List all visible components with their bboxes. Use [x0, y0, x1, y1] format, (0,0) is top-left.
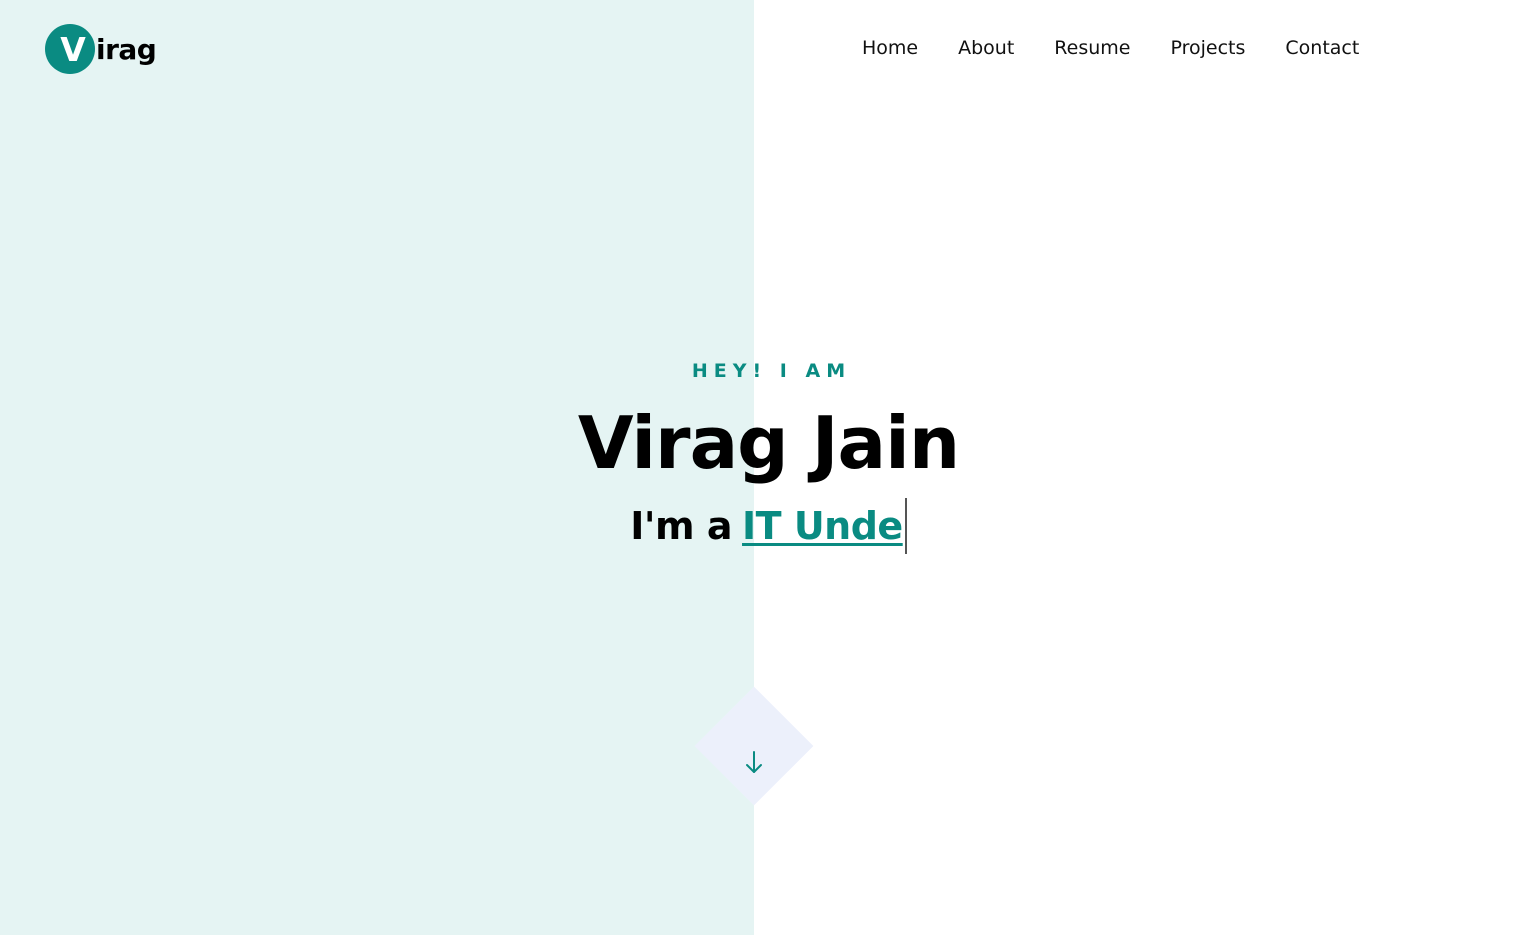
hero-name: Virag Jain — [577, 401, 960, 485]
typing-cursor — [904, 498, 907, 554]
nav-item-projects[interactable]: Projects — [1170, 34, 1245, 62]
page: V irag Home About Resume Projects Contac… — [0, 0, 1537, 935]
logo-text: irag — [96, 32, 157, 66]
nav-item-home[interactable]: Home — [862, 34, 918, 62]
typed-prefix: I'm a — [630, 504, 733, 548]
logo-link[interactable]: V irag — [45, 24, 157, 74]
nav-item-resume[interactable]: Resume — [1054, 34, 1130, 62]
nav-item-about[interactable]: About — [958, 34, 1014, 62]
main-nav: Home About Resume Projects Contact — [862, 34, 1359, 62]
hero-eyebrow: HEY! I AM — [691, 360, 852, 382]
nav-item-contact[interactable]: Contact — [1285, 34, 1359, 62]
typed-line: I'm a IT Unde — [630, 498, 907, 554]
logo-circle: V — [45, 24, 95, 74]
hero-section: HEY! I AM Virag Jain I'm a IT Unde — [0, 358, 1537, 554]
typed-role-link[interactable]: IT Unde — [742, 498, 903, 554]
logo-initial: V — [60, 29, 86, 69]
